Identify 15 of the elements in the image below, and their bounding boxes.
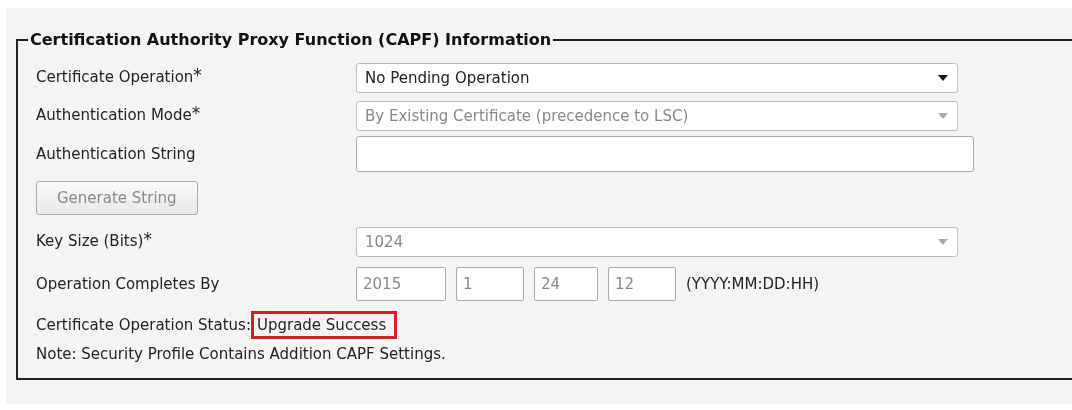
field-label: Authentication Mode*: [36, 106, 202, 126]
dropdown-caret-icon: [937, 238, 949, 246]
field-label: Operation Completes By: [36, 275, 221, 293]
field-label: Key Size (Bits)*: [36, 232, 153, 252]
status-value: Upgrade Success: [250, 311, 398, 339]
field-label: Certificate Operation*: [36, 68, 203, 88]
status-label: Certificate Operation Status:: [36, 316, 251, 334]
dropdown-caret-icon: [937, 74, 949, 82]
dropdown[interactable]: No Pending Operation: [356, 63, 958, 93]
format-hint: (YYYY:MM:DD:HH): [686, 275, 820, 293]
input-field[interactable]: [356, 136, 974, 172]
field-label: Authentication String: [36, 145, 197, 163]
section-title: Certification Authority Proxy Function (CAPF) Information: [29, 30, 553, 49]
note-text: Note: Security Profile Contains Addition CAPF Settings.: [36, 345, 447, 363]
dropdown-caret-icon: [937, 112, 949, 120]
